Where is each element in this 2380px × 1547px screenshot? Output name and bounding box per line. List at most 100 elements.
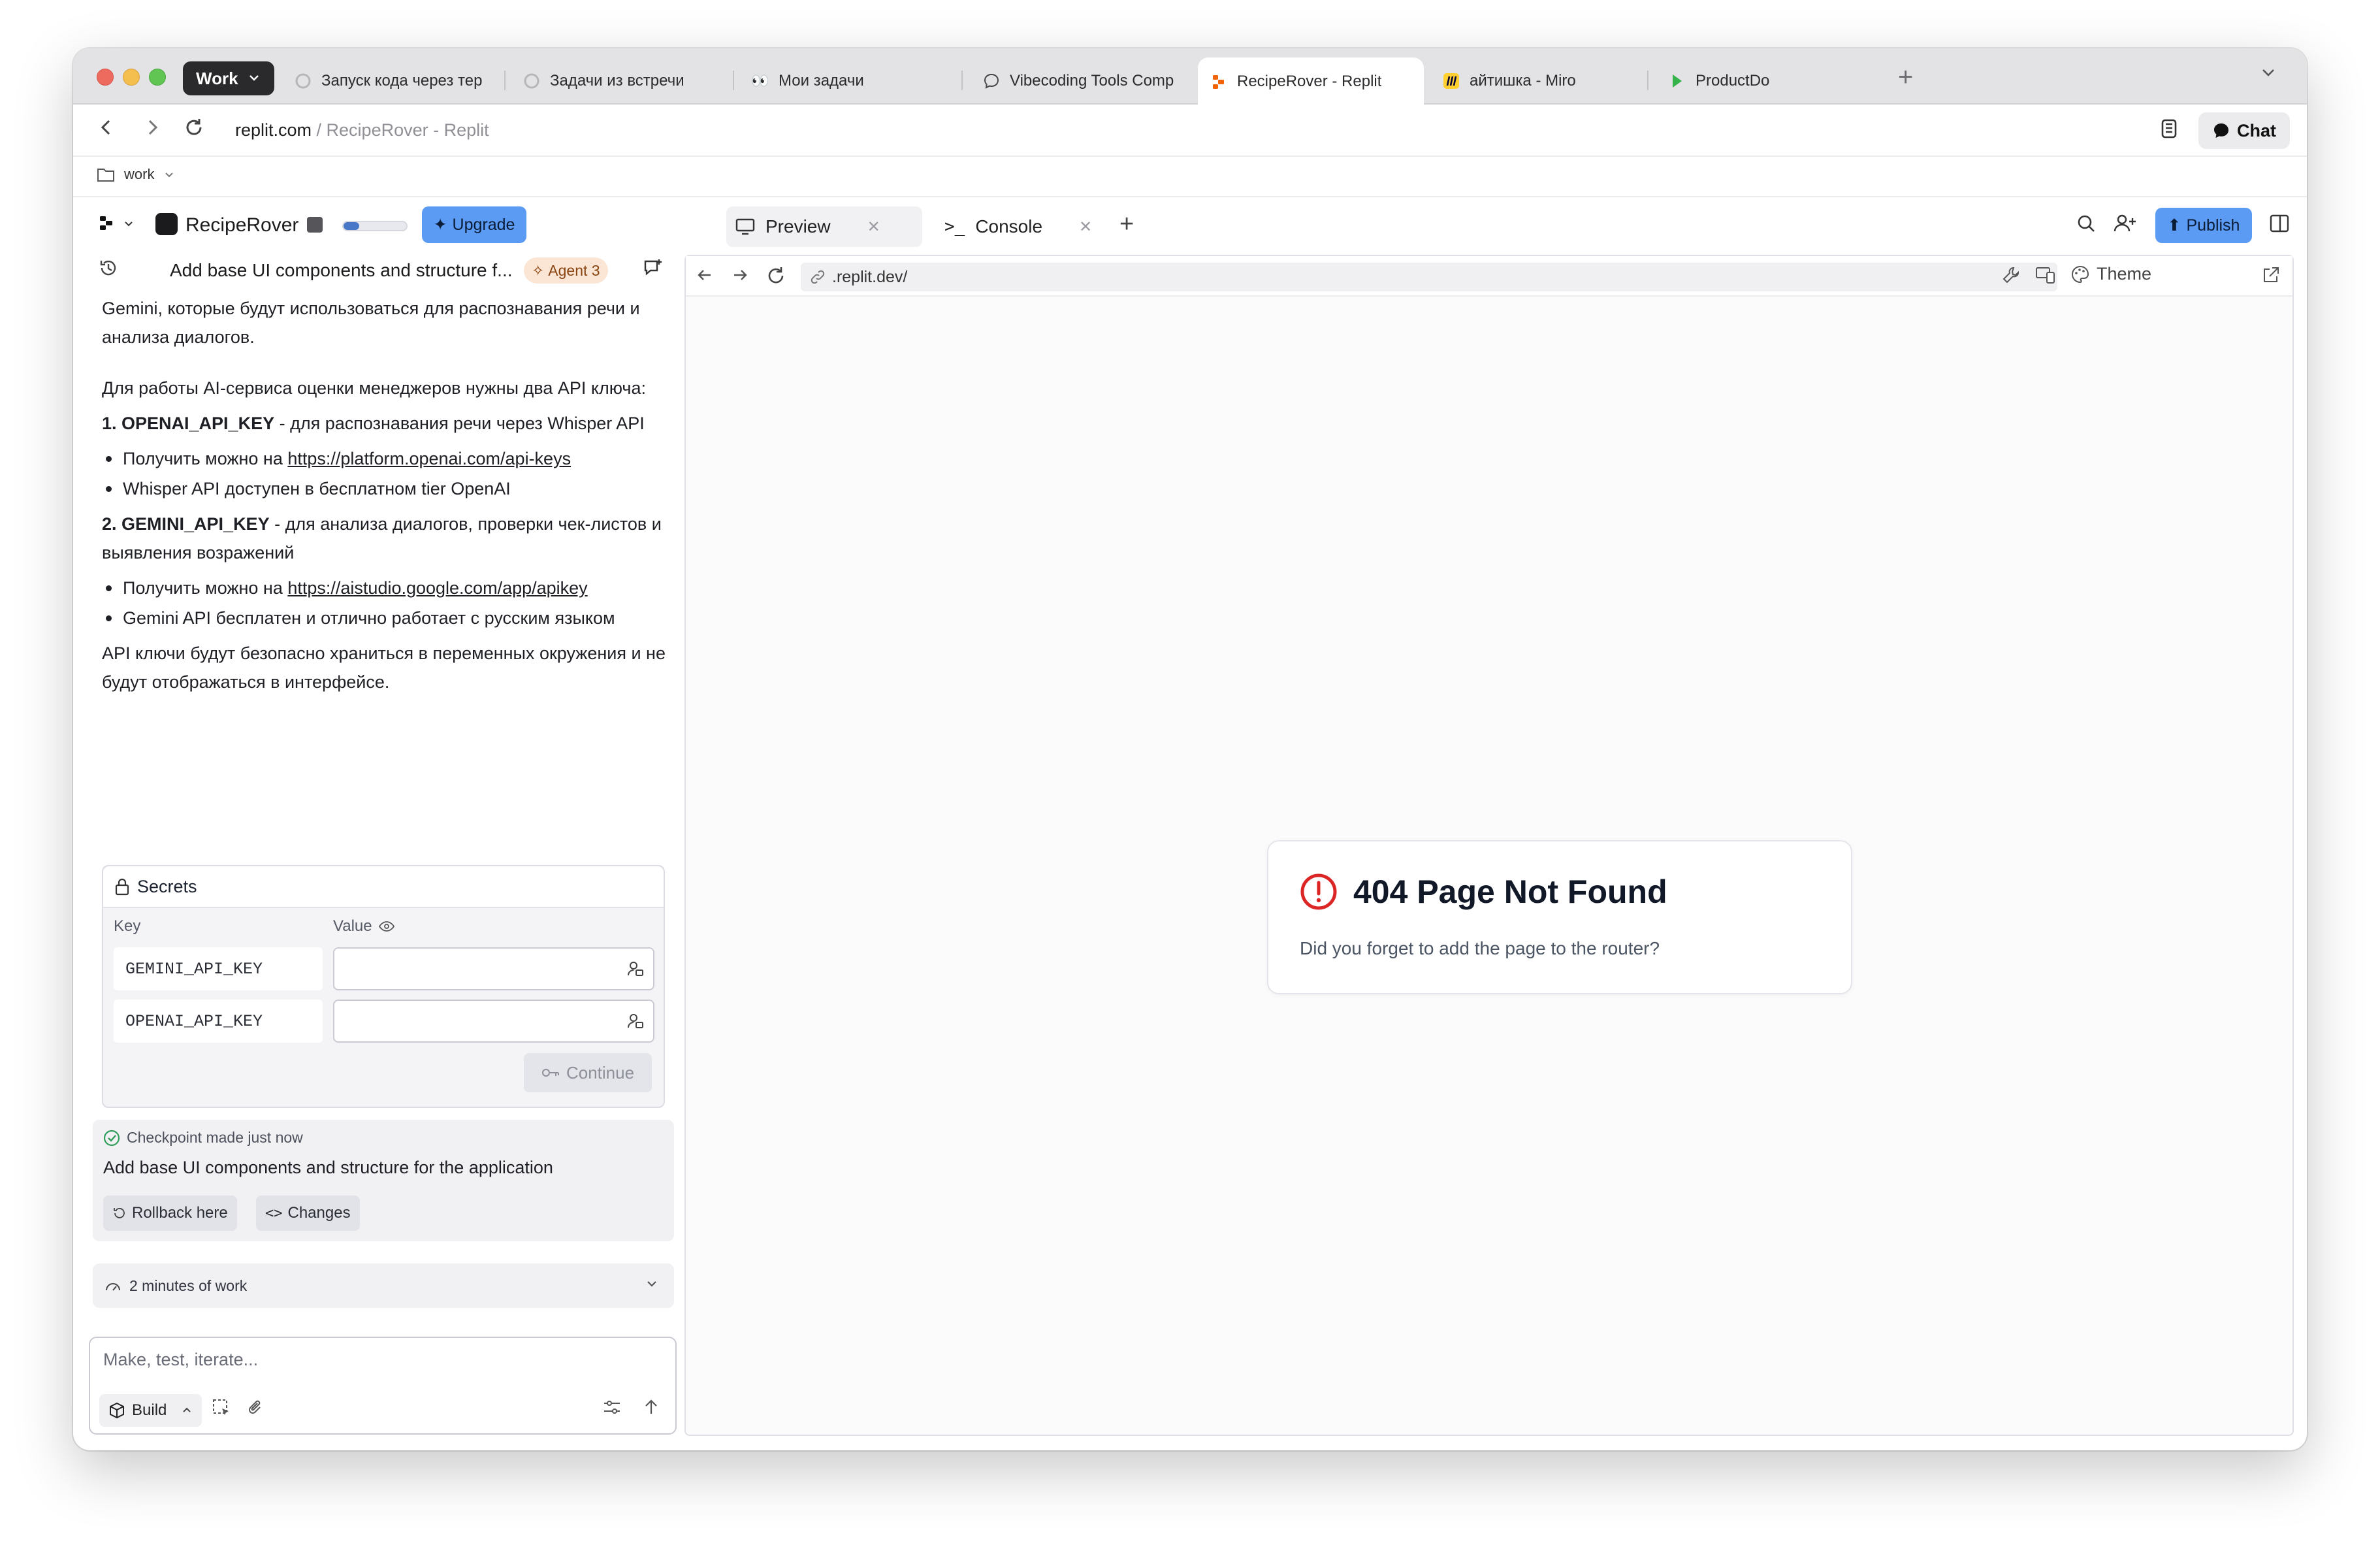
agent-message: Gemini, которые будут использоваться для… — [102, 294, 677, 696]
rollback-button[interactable]: Rollback here — [103, 1196, 237, 1231]
device-toggle-button[interactable] — [2035, 265, 2056, 289]
workspace-switcher[interactable]: Work — [183, 61, 274, 95]
message-composer[interactable]: Make, test, iterate... Build — [89, 1337, 677, 1435]
continue-label: Continue — [566, 1062, 635, 1083]
palette-icon — [2072, 265, 2089, 283]
extension-button[interactable] — [2159, 118, 2179, 145]
publish-button[interactable]: ⬆ Publish — [2155, 208, 2252, 243]
reload-button[interactable] — [183, 116, 205, 144]
preview-url-field[interactable]: .replit.dev/ — [801, 263, 2057, 291]
tab-divider — [1647, 71, 1648, 90]
browser-tab-active[interactable]: RecipeRover - Replit — [1198, 57, 1424, 106]
add-pane-tab-button[interactable]: + — [1119, 210, 1134, 238]
mode-label: Build — [132, 1401, 167, 1419]
forward-button[interactable] — [141, 116, 163, 144]
history-icon — [100, 260, 116, 276]
invite-button[interactable] — [2114, 213, 2137, 239]
replit-icon — [1210, 73, 1228, 91]
browser-tab[interactable]: Vibecoding Tools Comp — [971, 57, 1193, 105]
list-item-text: Получить можно на — [123, 449, 288, 468]
settings-button[interactable] — [602, 1398, 622, 1421]
message-paragraph: Для работы AI-сервиса оценки менеджеров … — [102, 378, 646, 398]
chat-button[interactable]: Chat — [2198, 112, 2290, 149]
zoom-window-button[interactable] — [149, 69, 166, 86]
workspace-label: Work — [196, 68, 238, 88]
link-icon — [811, 270, 825, 284]
continue-button[interactable]: Continue — [524, 1053, 652, 1092]
replit-menu-button[interactable] — [98, 214, 135, 233]
url-field[interactable]: replit.com / RecipeRover - Replit — [235, 120, 489, 140]
chevron-down-icon — [644, 1276, 660, 1296]
chat-header: Add base UI components and structure f..… — [73, 252, 700, 294]
devtools-button[interactable] — [2001, 265, 2021, 289]
chevron-down-icon — [125, 221, 133, 227]
browser-tab[interactable]: Запуск кода через тер — [282, 57, 498, 105]
toggle-layout-button[interactable] — [2269, 213, 2290, 239]
back-button[interactable] — [95, 116, 118, 144]
tab-title: Vibecoding Tools Comp — [1010, 72, 1174, 90]
new-chat-button[interactable] — [643, 257, 664, 284]
theme-button[interactable]: Theme — [2070, 264, 2151, 284]
tab-console-label: Console — [975, 216, 1043, 236]
search-button[interactable] — [2076, 213, 2097, 239]
stop-button[interactable] — [307, 217, 323, 233]
composer-placeholder[interactable]: Make, test, iterate... — [103, 1350, 258, 1370]
minimize-window-button[interactable] — [123, 69, 140, 86]
not-found-title: 404 Page Not Found — [1353, 873, 1667, 910]
preview-url-text: .replit.dev/ — [832, 267, 908, 286]
tab-list-button[interactable] — [2259, 63, 2278, 88]
secrets-title: Secrets — [137, 876, 197, 896]
checkpoint-status: Checkpoint made just now — [103, 1129, 303, 1147]
external-link-icon — [2264, 267, 2279, 282]
productdo-icon — [1668, 72, 1686, 90]
browser-tab[interactable]: айтишка - Miro — [1430, 57, 1646, 105]
code-icon: <> — [265, 1205, 283, 1222]
account-key-button[interactable] — [627, 960, 644, 982]
checkpoint-card: Checkpoint made just now Add base UI com… — [93, 1120, 674, 1241]
openai-keys-link[interactable]: https://platform.openai.com/api-keys — [287, 449, 571, 468]
tab-preview[interactable]: Preview ✕ — [726, 206, 922, 247]
plus-icon: ✦ — [433, 216, 447, 234]
secret-value-gemini-input[interactable] — [333, 947, 654, 990]
mode-selector[interactable]: Build — [99, 1394, 202, 1427]
lock-icon — [115, 878, 129, 896]
changes-button[interactable]: <> Changes — [256, 1196, 360, 1231]
bookmark-folder-work[interactable]: work — [97, 166, 175, 183]
check-circle-icon — [103, 1130, 120, 1146]
close-window-button[interactable] — [97, 69, 114, 86]
select-element-button[interactable] — [212, 1398, 231, 1422]
attach-button[interactable] — [247, 1398, 265, 1422]
open-in-new-tab-button[interactable] — [2261, 265, 2281, 289]
arrow-left-icon — [101, 120, 110, 135]
secret-value-openai-input[interactable] — [333, 1000, 654, 1043]
browser-tab[interactable]: ProductDo — [1656, 57, 1872, 105]
upgrade-button[interactable]: ✦ Upgrade — [422, 206, 526, 243]
work-summary-toggle[interactable]: 2 minutes of work — [93, 1263, 674, 1308]
bookmarks-bar: work — [73, 157, 2307, 197]
history-button[interactable] — [98, 257, 119, 284]
key-name: 1. OPENAI_API_KEY — [102, 414, 275, 433]
tab-preview-label: Preview — [765, 216, 831, 236]
spinner-icon — [294, 72, 312, 90]
monitor-icon — [735, 218, 755, 235]
gemini-keys-link[interactable]: https://aistudio.google.com/app/apikey — [287, 578, 587, 598]
project-name[interactable]: RecipeRover — [185, 214, 298, 236]
browser-tab[interactable]: Задачи из встречи — [511, 57, 733, 105]
browser-tab[interactable]: 👀 Мои задачи — [739, 57, 961, 105]
send-button[interactable] — [643, 1398, 660, 1421]
new-tab-button[interactable]: + — [1898, 63, 1913, 92]
preview-reload-button[interactable] — [765, 265, 786, 291]
list-item: Получить можно на https://aistudio.googl… — [102, 574, 677, 602]
url-host: replit.com — [235, 120, 312, 140]
close-icon[interactable]: ✕ — [1079, 218, 1092, 236]
preview-forward-button[interactable] — [730, 265, 750, 290]
changes-label: Changes — [287, 1204, 351, 1222]
account-key-button[interactable] — [627, 1013, 644, 1034]
list-item: Whisper API доступен в бесплатном tier O… — [102, 474, 677, 503]
tab-console[interactable]: >_ Console ✕ — [935, 206, 1112, 247]
preview-back-button[interactable] — [695, 265, 715, 290]
not-found-card: 404 Page Not Found Did you forget to add… — [1267, 840, 1852, 994]
new-chat-icon — [644, 259, 662, 276]
arrow-up-icon — [645, 1399, 657, 1414]
close-icon[interactable]: ✕ — [867, 218, 880, 236]
